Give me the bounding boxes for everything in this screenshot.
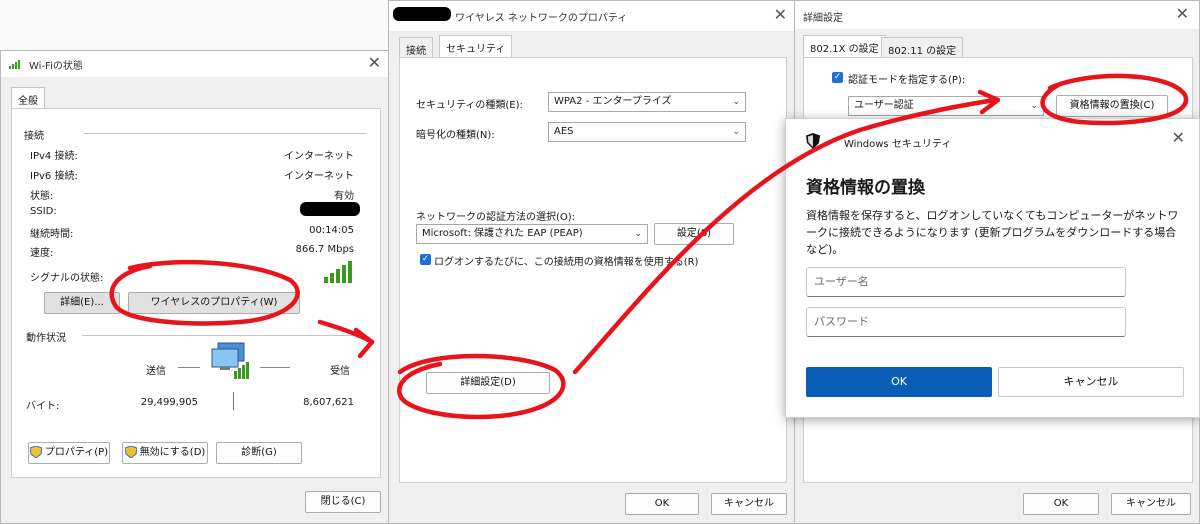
annotation-overlay [109,73,1189,420]
annotation-arrow [317,319,375,345]
annotation-circle [1040,73,1189,126]
annotation-arrow [572,97,998,375]
annotation-circle [109,259,300,326]
annotation-arrow [353,327,375,359]
annotation-circle [397,353,566,420]
